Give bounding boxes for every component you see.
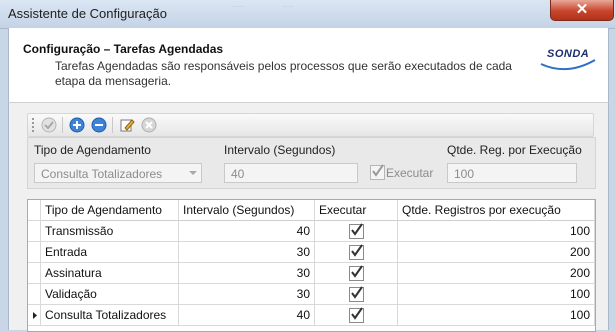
cell-executar[interactable] — [315, 242, 398, 263]
checkmark-icon — [351, 223, 363, 236]
cell-tipo[interactable]: Validação — [41, 284, 179, 305]
tipo-label: Tipo de Agendamento — [34, 143, 151, 157]
checkmark-icon — [351, 265, 363, 278]
chevron-down-icon — [189, 171, 197, 175]
cell-executar[interactable] — [315, 284, 398, 305]
executar-cell-checkbox[interactable] — [349, 244, 364, 260]
confirm-button[interactable] — [40, 116, 58, 134]
cell-intervalo[interactable]: 40 — [179, 305, 315, 326]
column-header-qtde[interactable]: Qtde. Registros por execução — [398, 200, 595, 221]
remove-icon — [91, 117, 107, 133]
table-row[interactable]: Assinatura 30 200 — [28, 263, 595, 284]
qtde-value: 100 — [454, 167, 475, 181]
edit-button[interactable] — [118, 116, 136, 134]
row-header[interactable] — [28, 263, 41, 284]
row-header[interactable] — [28, 305, 41, 326]
column-header-intervalo[interactable]: Intervalo (Segundos) — [179, 200, 315, 221]
tipo-value: Consulta Totalizadores — [41, 167, 163, 181]
edit-icon — [120, 119, 135, 132]
table-row[interactable]: Entrada 30 200 — [28, 242, 595, 263]
detail-form: Tipo de Agendamento Consulta Totalizador… — [27, 137, 596, 189]
background-window-text: ······ — [282, 4, 294, 10]
cell-intervalo[interactable]: 30 — [179, 263, 315, 284]
checkmark-icon — [351, 307, 363, 320]
cancel-icon — [141, 117, 157, 133]
executar-cell-checkbox[interactable] — [349, 307, 364, 323]
cell-executar[interactable] — [315, 263, 398, 284]
cell-qtde[interactable]: 100 — [398, 221, 595, 242]
configuration-wizard-window: Assistente de Configuração ✕ Configuraçã… — [0, 0, 615, 332]
cell-tipo[interactable]: Assinatura — [41, 263, 179, 284]
confirm-icon — [41, 117, 57, 133]
executar-cell-checkbox[interactable] — [349, 286, 364, 302]
table-row[interactable]: Validação 30 100 — [28, 284, 595, 305]
toolbar-separator — [62, 117, 63, 133]
page-description: Tarefas Agendadas são responsáveis pelos… — [55, 59, 512, 88]
tasks-grid: Tipo de Agendamento Intervalo (Segundos)… — [27, 199, 596, 332]
column-header-executar[interactable]: Executar — [315, 200, 398, 221]
title-bar[interactable]: Assistente de Configuração ✕ — [0, 0, 615, 29]
window-title: Assistente de Configuração — [8, 6, 167, 21]
cell-intervalo[interactable]: 30 — [179, 284, 315, 305]
row-header[interactable] — [28, 284, 41, 305]
current-row-arrow-icon — [33, 312, 37, 319]
cell-tipo[interactable]: Entrada — [41, 242, 179, 263]
remove-button[interactable] — [90, 116, 108, 134]
toolbar-separator — [112, 117, 113, 133]
row-header[interactable] — [28, 221, 41, 242]
tipo-combobox[interactable]: Consulta Totalizadores — [34, 163, 202, 183]
page-title: Configuração – Tarefas Agendadas — [23, 42, 224, 56]
background-window-text: ······ — [232, 4, 244, 10]
checkmark-icon — [351, 286, 363, 299]
toolbar-grip[interactable] — [32, 118, 34, 132]
cancel-button[interactable] — [140, 116, 158, 134]
checkmark-icon — [351, 244, 363, 257]
wizard-body: Tipo de Agendamento Consulta Totalizador… — [8, 102, 609, 332]
cell-tipo[interactable]: Consulta Totalizadores — [41, 305, 179, 326]
executar-checkbox[interactable] — [370, 164, 385, 180]
cell-qtde[interactable]: 100 — [398, 284, 595, 305]
executar-label: Executar — [386, 166, 434, 180]
intervalo-label: Intervalo (Segundos) — [224, 143, 336, 157]
executar-cell-checkbox[interactable] — [349, 265, 364, 281]
cell-executar[interactable] — [315, 221, 398, 242]
qtde-input[interactable]: 100 — [447, 163, 577, 183]
cell-qtde[interactable]: 100 — [398, 305, 595, 326]
table-row[interactable]: Transmissão 40 100 — [28, 221, 595, 242]
qtde-label: Qtde. Reg. por Execução — [447, 143, 582, 157]
close-icon: ✕ — [575, 1, 589, 18]
column-header-tipo[interactable]: Tipo de Agendamento — [41, 200, 179, 221]
checkmark-icon — [372, 164, 384, 177]
grid-corner — [28, 200, 41, 221]
logo-text: SONDA — [547, 48, 590, 60]
cell-intervalo[interactable]: 40 — [179, 221, 315, 242]
sonda-logo: SONDA — [537, 46, 597, 74]
toolbar — [27, 113, 594, 137]
cell-executar[interactable] — [315, 305, 398, 326]
intervalo-input[interactable]: 40 — [224, 163, 358, 183]
cell-qtde[interactable]: 200 — [398, 242, 595, 263]
wizard-header: Configuração – Tarefas Agendadas Tarefas… — [8, 28, 609, 102]
cell-tipo[interactable]: Transmissão — [41, 221, 179, 242]
cell-qtde[interactable]: 200 — [398, 263, 595, 284]
add-button[interactable] — [68, 116, 86, 134]
add-icon — [69, 117, 85, 133]
close-button[interactable]: ✕ — [550, 0, 614, 21]
row-header[interactable] — [28, 242, 41, 263]
cell-intervalo[interactable]: 30 — [179, 242, 315, 263]
table-row[interactable]: Consulta Totalizadores 40 100 — [28, 305, 595, 326]
intervalo-value: 40 — [231, 167, 245, 181]
executar-cell-checkbox[interactable] — [349, 223, 364, 239]
